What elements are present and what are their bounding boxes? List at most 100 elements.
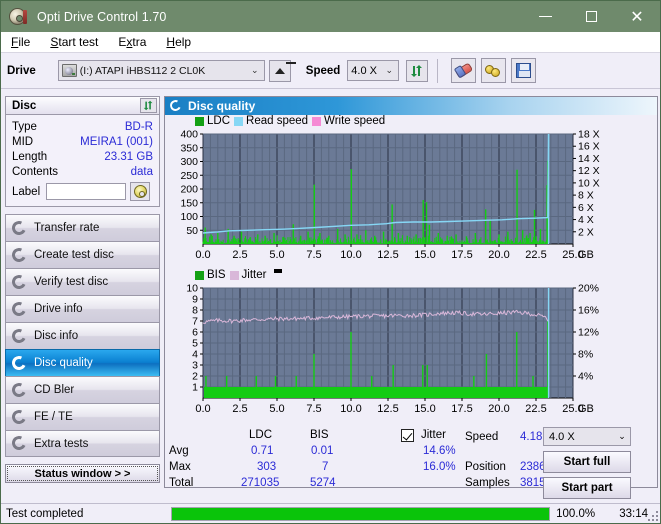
status-window-button[interactable]: Status window > > — [5, 464, 160, 483]
svg-text:0.0: 0.0 — [195, 249, 210, 261]
menu-item-start-test[interactable]: Start test — [48, 34, 100, 50]
title-bar: Opti Drive Control 1.70 ✕ — [1, 1, 660, 32]
svg-text:15.0: 15.0 — [414, 249, 435, 261]
legend-label: Read speed — [246, 115, 309, 127]
test-speed-value: 4.0 X — [549, 430, 575, 443]
svg-text:150: 150 — [180, 197, 198, 209]
svg-text:10.0: 10.0 — [340, 403, 361, 415]
sidebar-item-drive-info[interactable]: Drive info — [5, 295, 160, 322]
test-speed-select[interactable]: 4.0 X ⌄ — [543, 427, 631, 446]
toolbar-separator — [437, 58, 439, 83]
sidebar-item-cd-bler[interactable]: CD Bler — [5, 376, 160, 403]
speed-select[interactable]: 4.0 X ⌄ — [347, 60, 400, 81]
svg-text:10.0: 10.0 — [340, 249, 361, 261]
start-full-button[interactable]: Start full — [543, 451, 631, 473]
chart2-canvas: 12345678910 4% 8% 12% 16% 20% 0.0 2.5 5.0 7.5 10.0… — [186, 284, 599, 415]
disc-row-type: Type BD-R — [12, 119, 153, 134]
sidebar-item-label: Create test disc — [34, 249, 114, 261]
refresh-drive-button[interactable] — [406, 59, 429, 82]
disc-panel-header: Disc — [5, 96, 160, 115]
sidebar-item-transfer-rate[interactable]: Transfer rate — [5, 214, 160, 241]
svg-text:1: 1 — [192, 382, 198, 394]
svg-text:8 X: 8 X — [578, 190, 594, 202]
sidebar-item-disc-quality[interactable]: Disc quality — [5, 349, 160, 376]
disc-label-browse-button[interactable] — [130, 182, 151, 201]
chart-ldc-read-speed: LDC Read speed Write speed 50 100 150 200 25… — [165, 115, 657, 270]
disc-refresh-button[interactable] — [140, 98, 157, 113]
chevron-down-icon: ⌄ — [385, 65, 394, 75]
stats-samples-label: Samples — [465, 477, 510, 489]
stats-speed-label: Speed — [465, 431, 499, 443]
disc-row-mid: MID MEIRA1 (001) — [12, 134, 153, 149]
disc-label-row: Label — [12, 182, 153, 201]
legend-item-write-speed: Write speed — [312, 115, 385, 127]
svg-text:17.5: 17.5 — [451, 403, 472, 415]
legend-swatch — [312, 116, 322, 126]
disc-row-value: MEIRA1 (001) — [80, 135, 153, 148]
drive-select[interactable]: (I:) ATAPI iHBS112 2 CL0K ⌄ — [57, 60, 265, 81]
legend-label: Jitter — [241, 269, 267, 281]
minimize-button[interactable] — [522, 1, 568, 32]
chart2-legend: BIS Jitter — [195, 269, 283, 281]
sidebar-item-label: FE / TE — [34, 411, 73, 423]
erase-button[interactable] — [451, 58, 477, 83]
speed-label: Speed — [305, 64, 341, 77]
legend-swatch — [195, 270, 204, 280]
sidebar-item-label: Drive info — [34, 303, 83, 315]
disc-ring-icon — [10, 326, 28, 345]
save-button[interactable] — [511, 58, 537, 83]
sidebar-item-extra-tests[interactable]: Extra tests — [5, 430, 160, 457]
svg-text:2 X: 2 X — [578, 226, 594, 238]
legend-item-ldc: LDC — [195, 115, 230, 127]
stats-avg-ldc: 0.71 — [251, 445, 274, 457]
start-part-button[interactable]: Start part — [543, 477, 631, 499]
disc-label-input[interactable] — [46, 183, 127, 200]
eject-button[interactable] — [268, 59, 296, 82]
maximize-button[interactable] — [568, 1, 614, 32]
settings-button[interactable] — [481, 58, 507, 83]
svg-text:18 X: 18 X — [578, 130, 600, 141]
jitter-checkbox[interactable] — [401, 429, 414, 442]
drive-label: Drive — [7, 64, 36, 77]
sidebar-item-create-test-disc[interactable]: Create test disc — [5, 241, 160, 268]
main-panel-title: Disc quality — [188, 99, 256, 113]
disc-row-key: MID — [12, 135, 34, 148]
refresh-icon — [411, 64, 423, 77]
progress-bar — [170, 506, 551, 521]
chevron-down-icon: ⌄ — [618, 431, 626, 441]
sidebar-item-label: Extra tests — [34, 437, 89, 450]
svg-text:100: 100 — [180, 211, 198, 223]
chart1-canvas: 501001502002503003504002 X4 X6 X8 X10 X1… — [180, 130, 600, 261]
close-button[interactable]: ✕ — [614, 1, 660, 32]
svg-text:2: 2 — [192, 371, 198, 383]
disc-ring-icon — [10, 380, 28, 399]
legend-label: Write speed — [324, 115, 386, 127]
svg-text:20.0: 20.0 — [488, 249, 509, 261]
svg-text:GB: GB — [578, 249, 594, 261]
menu-item-file[interactable]: FFileile — [9, 34, 32, 50]
svg-text:8%: 8% — [578, 349, 593, 361]
legend-swatch — [229, 270, 239, 280]
sidebar-item-disc-info[interactable]: Disc info — [5, 322, 160, 349]
svg-text:17.5: 17.5 — [451, 249, 472, 261]
legend-item-read-speed: Read speed — [234, 115, 308, 127]
menu-item-help[interactable]: Help — [164, 34, 193, 50]
svg-text:250: 250 — [180, 170, 198, 182]
main-panel-header: Disc quality — [165, 97, 657, 115]
disc-row-value: data — [130, 165, 153, 178]
svg-text:16%: 16% — [578, 305, 599, 317]
legend-swatch — [234, 116, 244, 126]
menu-item-extra[interactable]: Extra — [116, 34, 148, 50]
stats-row-max-label: Max — [169, 461, 191, 473]
resize-grip[interactable] — [648, 511, 658, 521]
disc-row-key: Contents — [12, 165, 59, 178]
sidebar-item-verify-test-disc[interactable]: Verify test disc — [5, 268, 160, 295]
sidebar-item-fe-te[interactable]: FE / TE — [5, 403, 160, 430]
disc-row-key: Length — [12, 150, 48, 163]
legend-swatch-extra — [274, 269, 283, 273]
sidebar-item-label: Disc quality — [34, 357, 93, 369]
chevron-down-icon: ⌄ — [251, 65, 259, 75]
svg-text:5: 5 — [192, 338, 198, 350]
legend-label: BIS — [207, 269, 226, 281]
svg-text:15.0: 15.0 — [414, 403, 435, 415]
